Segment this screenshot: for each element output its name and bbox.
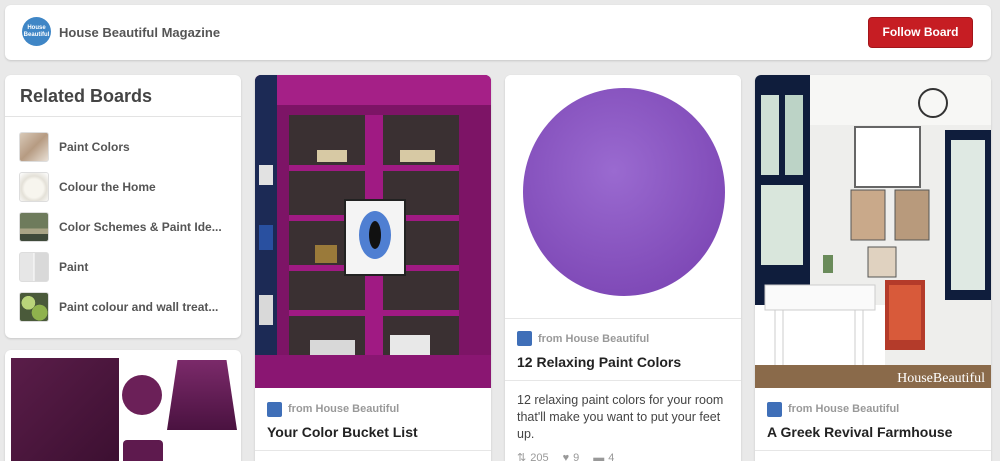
pin-image (11, 358, 119, 461)
related-board-item[interactable]: Colour the Home (5, 167, 241, 207)
pin-card[interactable]: HouseBeautiful from House Beautiful A Gr… (755, 75, 991, 461)
like-count[interactable]: ♥ 9 (563, 451, 580, 461)
comment-icon: ▬ (593, 451, 605, 461)
pin-image[interactable]: HouseBeautiful (755, 75, 991, 388)
pin-description: 12 relaxing paint colors for your room t… (505, 380, 741, 443)
pin-stats: ⇅ 205 ♥ 9 ▬ 4 (505, 443, 741, 461)
pin-source[interactable]: from House Beautiful (505, 318, 741, 352)
repin-count[interactable]: ⇅ 205 (517, 451, 549, 461)
pin-image (167, 360, 237, 430)
green-swatch-thumb (19, 292, 49, 322)
paint-swatch-thumb (19, 132, 49, 162)
board-owner-name[interactable]: House Beautiful Magazine (59, 25, 220, 40)
pin-title[interactable]: A Greek Revival Farmhouse (755, 422, 991, 440)
related-board-label: Paint (59, 260, 89, 274)
related-boards-panel: Related Boards Paint Colors Colour the H… (5, 75, 241, 338)
related-board-label: Paint Colors (59, 140, 130, 154)
watermark-text: HouseBeautiful (897, 371, 985, 386)
like-value: 9 (573, 451, 580, 461)
related-board-item[interactable]: Paint colour and wall treat... (5, 287, 241, 327)
pin-source-label: from House Beautiful (788, 403, 900, 415)
related-board-item[interactable]: Color Schemes & Paint Ide... (5, 207, 241, 247)
related-board-label: Paint colour and wall treat... (59, 300, 219, 314)
related-board-label: Colour the Home (59, 180, 156, 194)
pin-source[interactable]: from House Beautiful (255, 396, 491, 422)
pin-image[interactable] (255, 75, 491, 388)
pin-title[interactable]: Your Color Bucket List (255, 422, 491, 440)
white-bowl-thumb (19, 172, 49, 202)
pin-card[interactable]: from House Beautiful 12 Relaxing Paint C… (505, 75, 741, 461)
house-beautiful-icon (267, 401, 282, 417)
related-board-item[interactable]: Paint (5, 247, 241, 287)
house-beautiful-icon (767, 401, 782, 417)
repin-value: 205 (530, 451, 549, 461)
board-header: House Beautiful House Beautiful Magazine … (5, 5, 991, 60)
related-board-label: Color Schemes & Paint Ide... (59, 220, 222, 234)
pin-source-label: from House Beautiful (288, 403, 400, 415)
pin-title[interactable]: 12 Relaxing Paint Colors (505, 352, 741, 370)
pin-footer (255, 450, 491, 461)
pin-footer (755, 450, 991, 461)
swatch-grid-thumb (19, 212, 49, 242)
pin-source[interactable]: from House Beautiful (755, 396, 991, 422)
paint-can-thumb (19, 252, 49, 282)
pin-source-label: from House Beautiful (538, 332, 650, 345)
house-beautiful-logo[interactable]: House Beautiful (22, 17, 51, 46)
pin-card[interactable]: from House Beautiful Your Color Bucket L… (255, 75, 491, 461)
repin-icon: ⇅ (517, 452, 527, 461)
comment-value: 4 (608, 451, 615, 461)
pin-card-partial[interactable] (5, 350, 241, 461)
pin-image[interactable] (505, 75, 741, 310)
comment-count[interactable]: ▬ 4 (593, 451, 614, 461)
related-boards-title: Related Boards (5, 75, 241, 117)
heart-icon: ♥ (562, 451, 570, 461)
follow-board-button[interactable]: Follow Board (868, 17, 973, 48)
pin-image (122, 375, 162, 415)
house-beautiful-icon (517, 331, 532, 346)
related-board-item[interactable]: Paint Colors (5, 127, 241, 167)
pin-image (123, 440, 163, 461)
